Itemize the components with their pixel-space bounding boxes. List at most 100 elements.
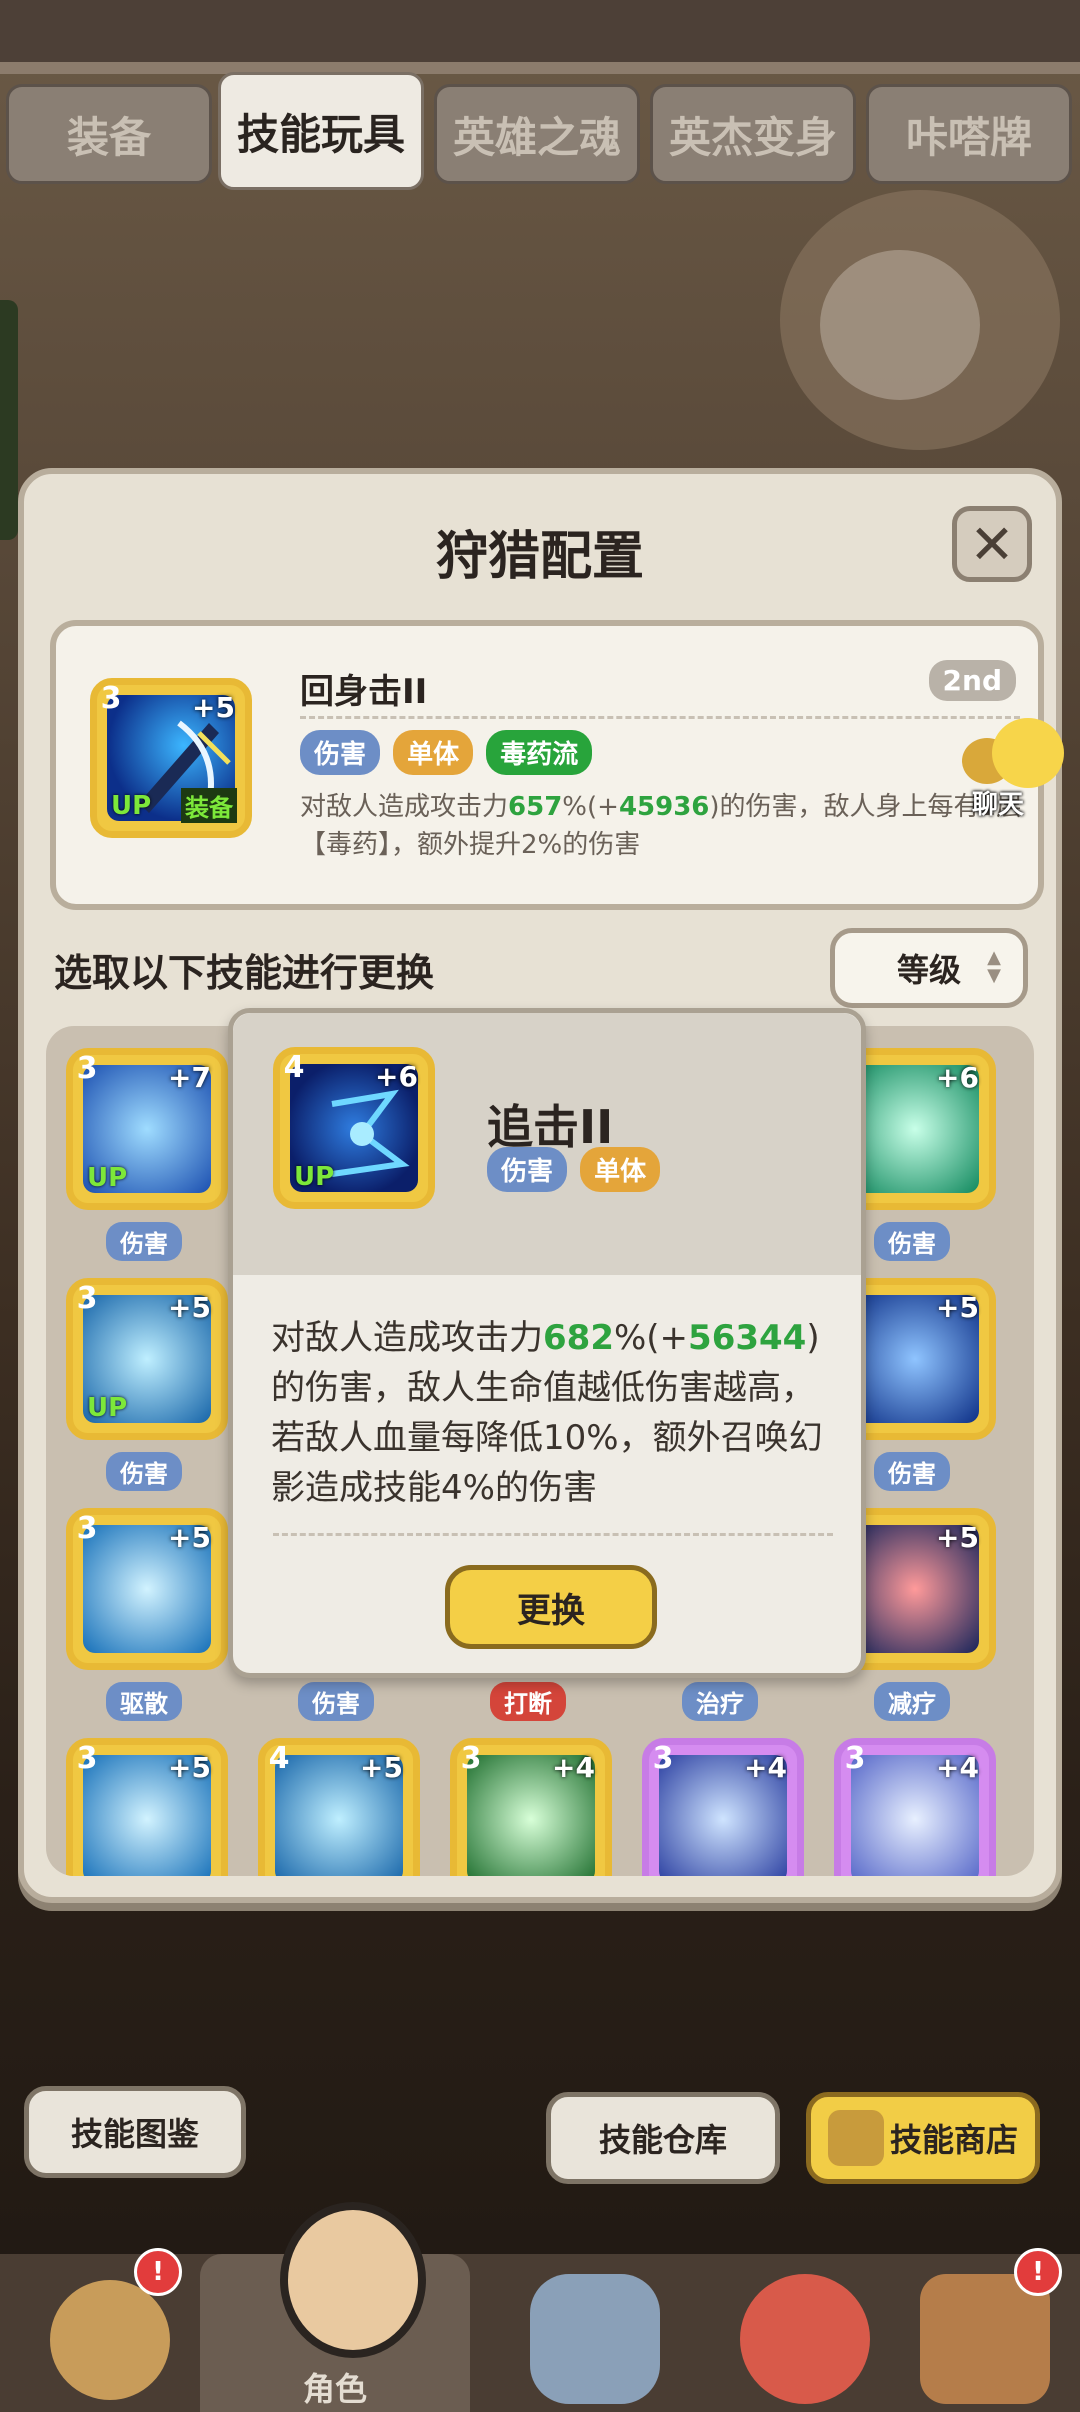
skill-level-badge: 3 <box>97 685 135 725</box>
skill-tile-label: 伤害 <box>106 1222 182 1261</box>
popup-skill-desc: 对敌人造成攻击力682%(+56344)的伤害，敌人生命值越低伤害越高，若敌人血… <box>271 1313 831 1513</box>
skill-tile[interactable]: 3 +4 <box>834 1738 996 1876</box>
tab-skill-toys[interactable]: 技能玩具 <box>218 72 424 190</box>
tab-card[interactable]: 咔嗒牌 <box>866 84 1072 184</box>
desc-text: %(+ <box>562 792 619 822</box>
left-edge-panel <box>0 300 18 540</box>
skill-tile[interactable]: 3 +5 UP <box>66 1278 228 1440</box>
current-skill-tags: 伤害 单体 毒药流 <box>300 730 600 775</box>
desc-value: 56344 <box>688 1318 807 1358</box>
divider <box>300 716 1020 719</box>
skill-handbook-button[interactable]: 技能图鉴 <box>24 2086 246 2178</box>
skill-level-badge: 3 <box>457 1745 495 1785</box>
skill-plus: +5 <box>168 1751 211 1784</box>
skill-plus: +5 <box>168 1521 211 1554</box>
popup-divider <box>273 1533 833 1536</box>
popup-skill-icon: 4 +6 UP <box>273 1047 435 1209</box>
close-button[interactable]: ✕ <box>952 506 1032 582</box>
skill-tile-label: 减疗 <box>874 1682 950 1721</box>
skill-shop-button[interactable]: 技能商店 <box>806 2092 1040 2184</box>
current-skill-desc: 对敌人造成攻击力657%(+45936)的伤害，敌人身上每有1层 <box>300 788 1020 826</box>
skill-level-badge: 3 <box>649 1745 687 1785</box>
shop-icon <box>827 2110 884 2166</box>
shop-label: 技能商店 <box>889 2121 1018 2159</box>
nav-item-3[interactable] <box>490 2254 706 2412</box>
select-label: 选取以下技能进行更换 <box>54 951 435 995</box>
desc-value: 45936 <box>618 792 710 822</box>
desc-percent: 657 <box>508 792 563 822</box>
desc-text: %(+ <box>613 1318 689 1358</box>
tab-equipment[interactable]: 装备 <box>6 84 212 184</box>
skill-plus: +5 <box>168 1291 211 1324</box>
tab-bar: 装备 技能玩具 英雄之魂 英杰变身 咔嗒牌 <box>0 72 1080 192</box>
sort-label: 等级 <box>896 951 961 989</box>
current-skill-desc-line2: 【毒药】，额外提升2%的伤害 <box>300 830 641 860</box>
skill-tile[interactable]: 3 +5 <box>66 1508 228 1670</box>
equipped-label: 装备 <box>181 788 237 823</box>
skill-up-label: UP <box>87 1393 128 1423</box>
close-icon: ✕ <box>969 512 1015 576</box>
current-skill-name: 回身击II <box>300 672 428 712</box>
tab-hero-soul[interactable]: 英雄之魂 <box>434 84 640 184</box>
chat-label: 聊天 <box>972 790 1025 820</box>
skill-tile[interactable]: 4 +5 <box>258 1738 420 1876</box>
nav-item-role[interactable]: 角色 <box>200 2202 470 2412</box>
sort-dropdown[interactable]: 等级 ▲ ▼ <box>830 928 1028 1008</box>
tag-damage: 伤害 <box>300 730 381 775</box>
pet-icon <box>740 2274 870 2404</box>
skill-tile[interactable]: 3 +4 <box>450 1738 612 1876</box>
weapon-icon <box>530 2274 660 2404</box>
skill-level-badge: 4 <box>265 1745 303 1785</box>
skill-plus: +5 <box>936 1291 979 1324</box>
skill-plus: +5 <box>360 1751 403 1784</box>
replace-button[interactable]: 更换 <box>445 1565 657 1649</box>
skill-level-badge: 3 <box>841 1745 879 1785</box>
skill-tile[interactable]: 3 +5 <box>66 1738 228 1876</box>
skill-up-label: UP <box>111 791 152 821</box>
skill-up-label: UP <box>87 1163 128 1193</box>
skill-level-badge: 3 <box>73 1745 111 1785</box>
desc-text: 对敌人造成攻击力 <box>300 792 509 822</box>
desc-text: 对敌人造成攻击力 <box>271 1318 543 1358</box>
current-skill-card: 3 +5 UP 装备 回身击II 2nd 伤害 单体 毒药流 对敌人造成攻击力6… <box>50 620 1044 910</box>
background-skull <box>820 250 980 400</box>
skill-tile-label: 伤害 <box>298 1682 374 1721</box>
modal-title: 狩猎配置 <box>435 527 644 587</box>
role-avatar-icon <box>280 2202 426 2358</box>
skill-tile[interactable]: 3 +7 UP <box>66 1048 228 1210</box>
top-bar <box>0 0 1080 70</box>
tag-single: 单体 <box>580 1147 661 1192</box>
skill-plus: +6 <box>936 1061 979 1094</box>
current-skill-icon[interactable]: 3 +5 UP 装备 <box>90 678 252 838</box>
skill-level-badge: 3 <box>73 1515 111 1555</box>
bottom-nav: ! 角色 ! <box>0 2202 1080 2412</box>
skill-tile-label: 治疗 <box>682 1682 758 1721</box>
hero-1-icon <box>50 2280 170 2400</box>
skill-plus: +5 <box>192 691 235 724</box>
skill-tile-label: 伤害 <box>874 1222 950 1261</box>
skill-plus: +4 <box>744 1751 787 1784</box>
tab-hero-transform[interactable]: 英杰变身 <box>650 84 856 184</box>
skill-plus: +7 <box>168 1061 211 1094</box>
nav-item-1[interactable]: ! <box>0 2248 216 2412</box>
chat-button[interactable]: 聊天 <box>962 718 1072 820</box>
skill-plus: +4 <box>552 1751 595 1784</box>
skill-level-badge: 3 <box>73 1285 111 1325</box>
notification-badge-5: ! <box>1014 2248 1062 2296</box>
desc-percent: 682 <box>543 1318 614 1358</box>
skill-tile-label: 打断 <box>490 1682 566 1721</box>
notification-badge-1: ! <box>134 2248 182 2296</box>
skill-tile-label: 伤害 <box>106 1452 182 1491</box>
popup-skill-tags: 伤害 单体 <box>487 1147 668 1192</box>
skill-up-label: UP <box>294 1162 335 1192</box>
skill-warehouse-button[interactable]: 技能仓库 <box>546 2092 780 2184</box>
tag-damage: 伤害 <box>487 1147 568 1192</box>
skill-plus: +6 <box>375 1060 418 1093</box>
nav-role-label: 角色 <box>302 2370 367 2408</box>
nav-item-4[interactable] <box>700 2254 916 2412</box>
nav-item-5[interactable]: ! <box>890 2248 1080 2412</box>
tag-poison: 毒药流 <box>486 730 593 775</box>
skill-plus: +4 <box>936 1751 979 1784</box>
current-skill-rank: 2nd <box>928 660 1016 701</box>
skill-tile[interactable]: 3 +4 <box>642 1738 804 1876</box>
